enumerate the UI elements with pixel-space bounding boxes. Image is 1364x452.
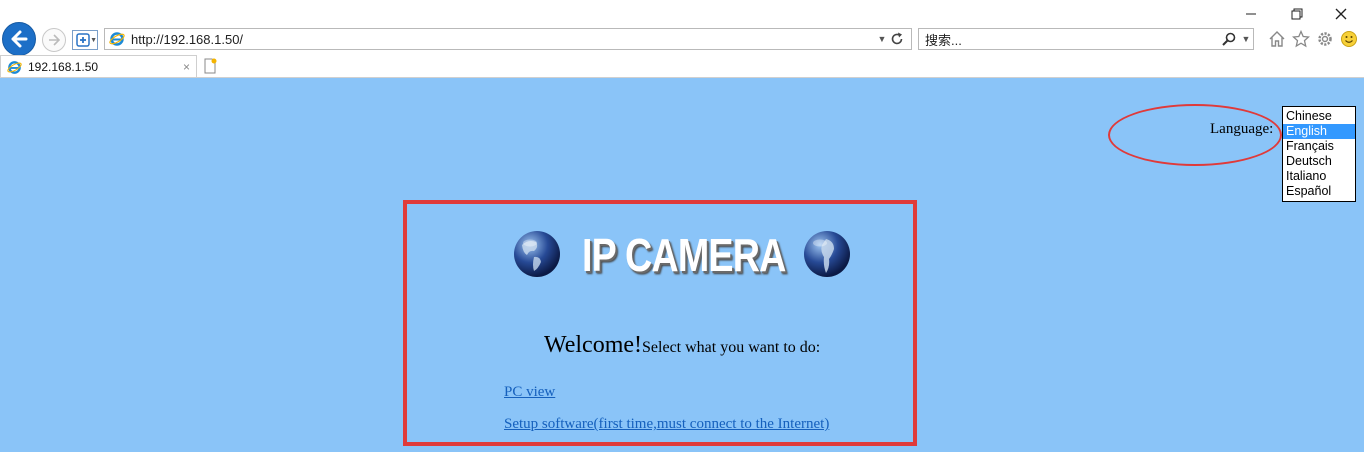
minimize-icon[interactable] [1236,4,1266,24]
search-dropdown-icon[interactable]: ▼ [1239,34,1253,44]
search-icon[interactable] [1221,31,1237,47]
tab-title: 192.168.1.50 [28,60,99,74]
globe-icon [804,231,850,277]
language-option-french[interactable]: Français [1283,139,1355,154]
page-content: Language: Chinese English Français Deuts… [0,78,1364,452]
language-select[interactable]: Chinese English Français Deutsch Italian… [1282,106,1356,202]
security-shield-icon[interactable]: ▼ [72,30,98,50]
refresh-icon[interactable] [889,31,905,47]
address-bar[interactable]: http://192.168.1.50/ ▼ [104,28,912,50]
back-button[interactable] [2,22,36,56]
language-option-chinese[interactable]: Chinese [1283,109,1355,124]
setup-software-link[interactable]: Setup software(first time,must connect t… [504,416,829,433]
close-icon[interactable] [1326,4,1356,24]
tab-close-icon[interactable]: × [183,60,190,74]
search-input[interactable]: 搜索... [925,30,1221,49]
browser-tab[interactable]: 192.168.1.50 × [0,55,197,78]
forward-arrow-icon [49,34,61,46]
welcome-heading: Welcome!Select what you want to do: [544,332,820,359]
browser-toolbar: ▼ http://192.168.1.50/ ▼ 搜索... ▼ 192.168… [0,0,1364,78]
ie-logo-icon [7,60,22,74]
new-tab-button[interactable] [200,56,220,76]
language-option-english[interactable]: English [1283,124,1355,139]
welcome-subtitle: Select what you want to do: [642,339,821,356]
restore-icon[interactable] [1282,4,1312,24]
language-option-italian[interactable]: Italiano [1283,169,1355,184]
forward-button[interactable] [42,28,66,52]
globe-icon [514,231,560,277]
welcome-title: Welcome! [544,332,643,358]
address-dropdown-icon[interactable]: ▼ [875,34,889,44]
settings-gear-icon[interactable] [1316,30,1334,48]
back-arrow-icon [11,30,28,48]
favorites-star-icon[interactable] [1292,30,1310,48]
ip-camera-logo: IP CAMERA [582,229,786,281]
search-box[interactable]: 搜索... ▼ [918,28,1254,50]
smiley-feedback-icon[interactable] [1340,30,1358,48]
url-text[interactable]: http://192.168.1.50/ [131,32,875,47]
ie-logo-icon [109,32,125,46]
language-option-spanish[interactable]: Español [1283,184,1355,199]
language-option-german[interactable]: Deutsch [1283,154,1355,169]
language-label: Language: [1210,121,1274,137]
home-icon[interactable] [1268,30,1286,48]
pc-view-link[interactable]: PC view [504,384,555,401]
new-tab-icon [204,58,217,74]
